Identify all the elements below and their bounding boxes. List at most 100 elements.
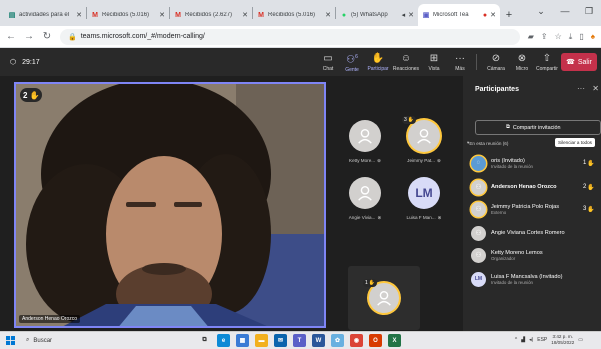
leave-button[interactable]: ☎ Salir bbox=[561, 53, 597, 71]
mic-off-icon: ⊗ bbox=[437, 215, 442, 220]
close-tab-icon[interactable]: ✕ bbox=[408, 11, 414, 19]
network-icon[interactable]: ▟ bbox=[521, 337, 525, 343]
participant-tile[interactable]: LM Luisa F Man... ⊗ bbox=[398, 177, 450, 237]
shield-icon: ⬡ bbox=[10, 59, 17, 66]
edge-icon[interactable]: e bbox=[217, 334, 230, 347]
store-icon[interactable]: ▦ bbox=[236, 334, 249, 347]
browser-tab[interactable]: ▤ actividades para el ✕ bbox=[4, 4, 86, 26]
person-icon bbox=[358, 128, 372, 144]
person-icon: ⚇ bbox=[475, 252, 482, 259]
bookmark-star-icon[interactable]: ☆ bbox=[555, 32, 562, 42]
self-avatar: 1 ✋ bbox=[363, 279, 399, 313]
avatar bbox=[349, 120, 381, 152]
tile-name: Angie Vivia... bbox=[348, 215, 376, 220]
task-view-icon[interactable]: ⧉ bbox=[198, 334, 211, 347]
profile-icon[interactable]: ♠ bbox=[591, 32, 595, 42]
back-icon[interactable]: ← bbox=[6, 31, 16, 42]
close-tab-icon[interactable]: ✕ bbox=[490, 11, 496, 19]
people-button[interactable]: ⚇6 Gente bbox=[338, 50, 366, 74]
camera-off-icon: ⊘ bbox=[491, 52, 501, 64]
mic-label: Micro bbox=[515, 65, 529, 72]
browser-tab[interactable]: ● (5) WhatsApp ◂ ✕ bbox=[336, 4, 418, 26]
tab-label: Recibidos (5.016) bbox=[102, 12, 150, 18]
minimize-icon[interactable]: — bbox=[553, 0, 577, 22]
raise-hand-button[interactable]: ✋ Participar bbox=[364, 50, 392, 74]
participant-tile[interactable]: Angie Vivia... ⊗ bbox=[339, 177, 391, 237]
toolbar-divider bbox=[476, 54, 477, 70]
close-tab-icon[interactable]: ✕ bbox=[242, 11, 248, 19]
url-field[interactable]: 🔒 teams.microsoft.com/_#/modern-calling/ bbox=[60, 28, 520, 45]
close-icon[interactable]: ✕ bbox=[592, 84, 599, 93]
sidebar-icon[interactable]: ▯ bbox=[579, 32, 583, 42]
reactions-button[interactable]: ☺ Reacciones bbox=[392, 50, 420, 74]
avatar: ⚇ bbox=[471, 201, 486, 217]
notifications-icon[interactable]: ▭ bbox=[578, 337, 583, 343]
raised-hand-badge: 2 ✋ bbox=[583, 184, 595, 191]
photos-icon[interactable]: ✿ bbox=[331, 334, 344, 347]
camera-button[interactable]: ⊘ Cámara bbox=[482, 50, 510, 74]
participant-row[interactable]: ⚇ Anderson Henao Orozco 2 ✋ bbox=[471, 178, 601, 196]
share-invite-button[interactable]: ⧉ Compartir invitación bbox=[475, 120, 601, 135]
section-header[interactable]: ▾ En esta reunión (6) Silenciar a todos bbox=[467, 138, 601, 147]
reload-icon[interactable]: ↻ bbox=[42, 31, 52, 42]
close-tab-icon[interactable]: ✕ bbox=[76, 11, 82, 19]
mute-all-button[interactable]: Silenciar a todos bbox=[555, 138, 595, 147]
maximize-icon[interactable]: ❐ bbox=[577, 0, 601, 22]
close-tab-icon[interactable]: ✕ bbox=[159, 11, 165, 19]
raised-hand-badge: 3 ✋ bbox=[583, 206, 595, 213]
mail-icon[interactable]: ✉ bbox=[274, 334, 287, 347]
excel-icon[interactable]: X bbox=[388, 334, 401, 347]
new-tab-button[interactable]: + bbox=[500, 4, 518, 26]
tab-search-icon[interactable]: ⌄ bbox=[529, 0, 553, 22]
participant-role: Invitado de la reunión bbox=[491, 163, 533, 169]
avatar bbox=[349, 177, 381, 209]
screen: ▤ actividades para el ✕ M Recibidos (5.0… bbox=[0, 0, 601, 349]
more-options-icon[interactable]: ··· bbox=[577, 84, 585, 93]
participant-row[interactable]: ⚇ Jeimmy Patricia Polo Rojas Externo 3 ✋ bbox=[471, 200, 601, 218]
mic-button[interactable]: ⊗ Micro bbox=[508, 50, 536, 74]
language-indicator[interactable]: ESP bbox=[537, 337, 547, 343]
participant-row[interactable]: ⚇ Ketty Moreno Lemos Organizador bbox=[471, 246, 601, 264]
file-explorer-icon[interactable]: ▬ bbox=[255, 334, 268, 347]
volume-icon[interactable]: ◂) bbox=[529, 337, 533, 343]
view-button[interactable]: ⊞ Vista bbox=[420, 50, 448, 74]
share-page-icon[interactable]: ⇪ bbox=[541, 32, 548, 42]
taskbar-search[interactable]: ⌕ Buscar bbox=[20, 337, 170, 344]
participant-row[interactable]: ⚇ Angie Viviana Cortes Romero bbox=[471, 224, 601, 242]
browser-tab[interactable]: M Recibidos (5.016) ✕ bbox=[253, 4, 335, 26]
share-invite-icon: ⧉ bbox=[506, 124, 510, 130]
forward-icon[interactable]: → bbox=[24, 31, 34, 42]
main-video-tile[interactable]: 2 ✋ Anderson Henao Orozco bbox=[14, 82, 326, 328]
browser-tab-active[interactable]: ▣ Microsoft Tea ● ✕ bbox=[418, 4, 500, 26]
teams-app-icon[interactable]: T bbox=[293, 334, 306, 347]
clock-date: 18/05/2022 bbox=[551, 339, 575, 345]
participant-row[interactable]: ◌ oris (Invitado) Invitado de la reunión … bbox=[471, 154, 601, 172]
participant-tile[interactable]: Ketty More... ⊗ bbox=[339, 120, 391, 180]
chevron-up-icon[interactable]: ^ bbox=[515, 337, 517, 343]
windows-start-icon[interactable] bbox=[0, 336, 20, 345]
raise-hand-icon: ✋ bbox=[368, 280, 376, 286]
chrome-icon[interactable]: ◉ bbox=[350, 334, 363, 347]
browser-tab[interactable]: M Recibidos (5.016) ✕ bbox=[87, 4, 169, 26]
share-button[interactable]: ⇧ Compartir bbox=[533, 50, 561, 74]
participants-panel: Participantes ··· ✕ ⧉ Compartir invitaci… bbox=[463, 76, 601, 331]
clock[interactable]: 3:42 p. m. 18/05/2022 bbox=[551, 334, 574, 345]
close-tab-icon[interactable]: ✕ bbox=[325, 11, 331, 19]
participant-video bbox=[16, 84, 324, 326]
self-view-tile[interactable]: 1 ✋ bbox=[348, 266, 420, 330]
hand-order-number: 1 bbox=[365, 280, 368, 286]
office-icon[interactable]: O bbox=[369, 334, 382, 347]
participant-row[interactable]: LM Luisa F Mancsalva (Invitado) Invitado … bbox=[471, 270, 601, 288]
more-button[interactable]: ··· Más bbox=[446, 50, 474, 74]
people-icon: ⚇6 bbox=[346, 53, 358, 66]
browser-tab[interactable]: M Recibidos (2.627) ✕ bbox=[170, 4, 252, 26]
participant-tile[interactable]: 3 ✋ Jeimmy Pat... ⊗ bbox=[398, 116, 450, 180]
download-icon[interactable]: ⤓ bbox=[569, 32, 573, 42]
camera-label: Cámara bbox=[487, 65, 505, 72]
raise-hand-icon: ✋ bbox=[371, 52, 385, 64]
raise-hand-icon: ✋ bbox=[587, 184, 595, 191]
word-icon[interactable]: W bbox=[312, 334, 325, 347]
invite-label: Compartir invitación bbox=[512, 124, 561, 131]
camera-indicator-icon[interactable]: ▰ bbox=[528, 32, 534, 42]
whatsapp-icon: ● bbox=[341, 11, 347, 19]
